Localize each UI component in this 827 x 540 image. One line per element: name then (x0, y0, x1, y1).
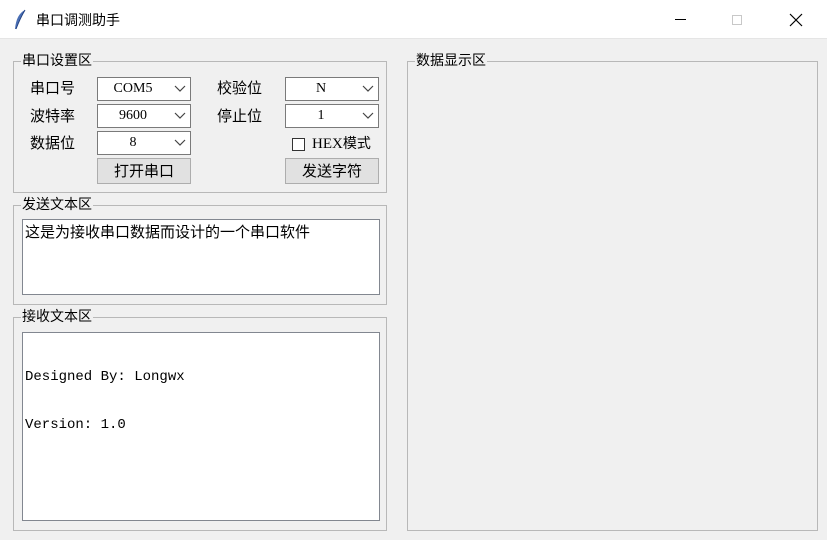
chevron-down-icon (174, 112, 186, 119)
close-button[interactable] (773, 0, 819, 39)
title-bar: 串口调测助手 (0, 0, 827, 39)
serial-settings-title: 串口设置区 (21, 52, 93, 70)
send-text-title: 发送文本区 (21, 196, 93, 214)
data-display-group: 数据显示区 (407, 52, 818, 531)
hex-mode-label: HEX模式 (312, 135, 371, 153)
receive-line: Designed By: Longwx (25, 369, 185, 385)
port-select[interactable]: COM5 (97, 77, 191, 101)
data-bits-value: 8 (129, 135, 137, 150)
send-textarea[interactable]: 这是为接收串口数据而设计的一个串口软件 (22, 219, 380, 295)
receive-line: Version: 1.0 (25, 417, 126, 433)
window-title: 串口调测助手 (36, 13, 120, 29)
maximize-button[interactable] (714, 0, 760, 39)
hex-mode-suffix: 模式 (342, 136, 371, 152)
port-value: COM5 (113, 81, 153, 96)
receive-text-title: 接收文本区 (21, 308, 93, 326)
port-label: 串口号 (30, 79, 76, 97)
hex-mode-prefix: HEX (312, 136, 343, 152)
chevron-down-icon (174, 85, 186, 92)
chevron-down-icon (362, 112, 374, 119)
parity-select[interactable]: N (285, 77, 379, 101)
parity-value: N (315, 81, 327, 96)
send-button[interactable]: 发送字符 (285, 158, 379, 184)
minimize-button[interactable] (657, 0, 703, 39)
stop-bits-select[interactable]: 1 (285, 104, 379, 128)
baud-value: 9600 (119, 108, 147, 123)
maximize-icon (732, 14, 742, 25)
stop-bits-value: 1 (317, 108, 325, 123)
stop-bits-label: 停止位 (217, 107, 263, 125)
chevron-down-icon (174, 139, 186, 146)
chevron-down-icon (362, 85, 374, 92)
data-bits-select[interactable]: 8 (97, 131, 191, 155)
feather-icon (15, 9, 26, 30)
baud-select[interactable]: 9600 (97, 104, 191, 128)
parity-label: 校验位 (217, 79, 263, 97)
receive-textarea[interactable]: Designed By: Longwx Version: 1.0 (22, 332, 380, 521)
close-icon (789, 13, 803, 26)
open-port-button[interactable]: 打开串口 (97, 158, 191, 184)
hex-mode-checkbox[interactable] (292, 138, 305, 151)
minimize-icon (674, 19, 686, 20)
data-bits-label: 数据位 (30, 134, 76, 152)
data-display-title: 数据显示区 (415, 52, 487, 70)
baud-label: 波特率 (30, 107, 76, 125)
